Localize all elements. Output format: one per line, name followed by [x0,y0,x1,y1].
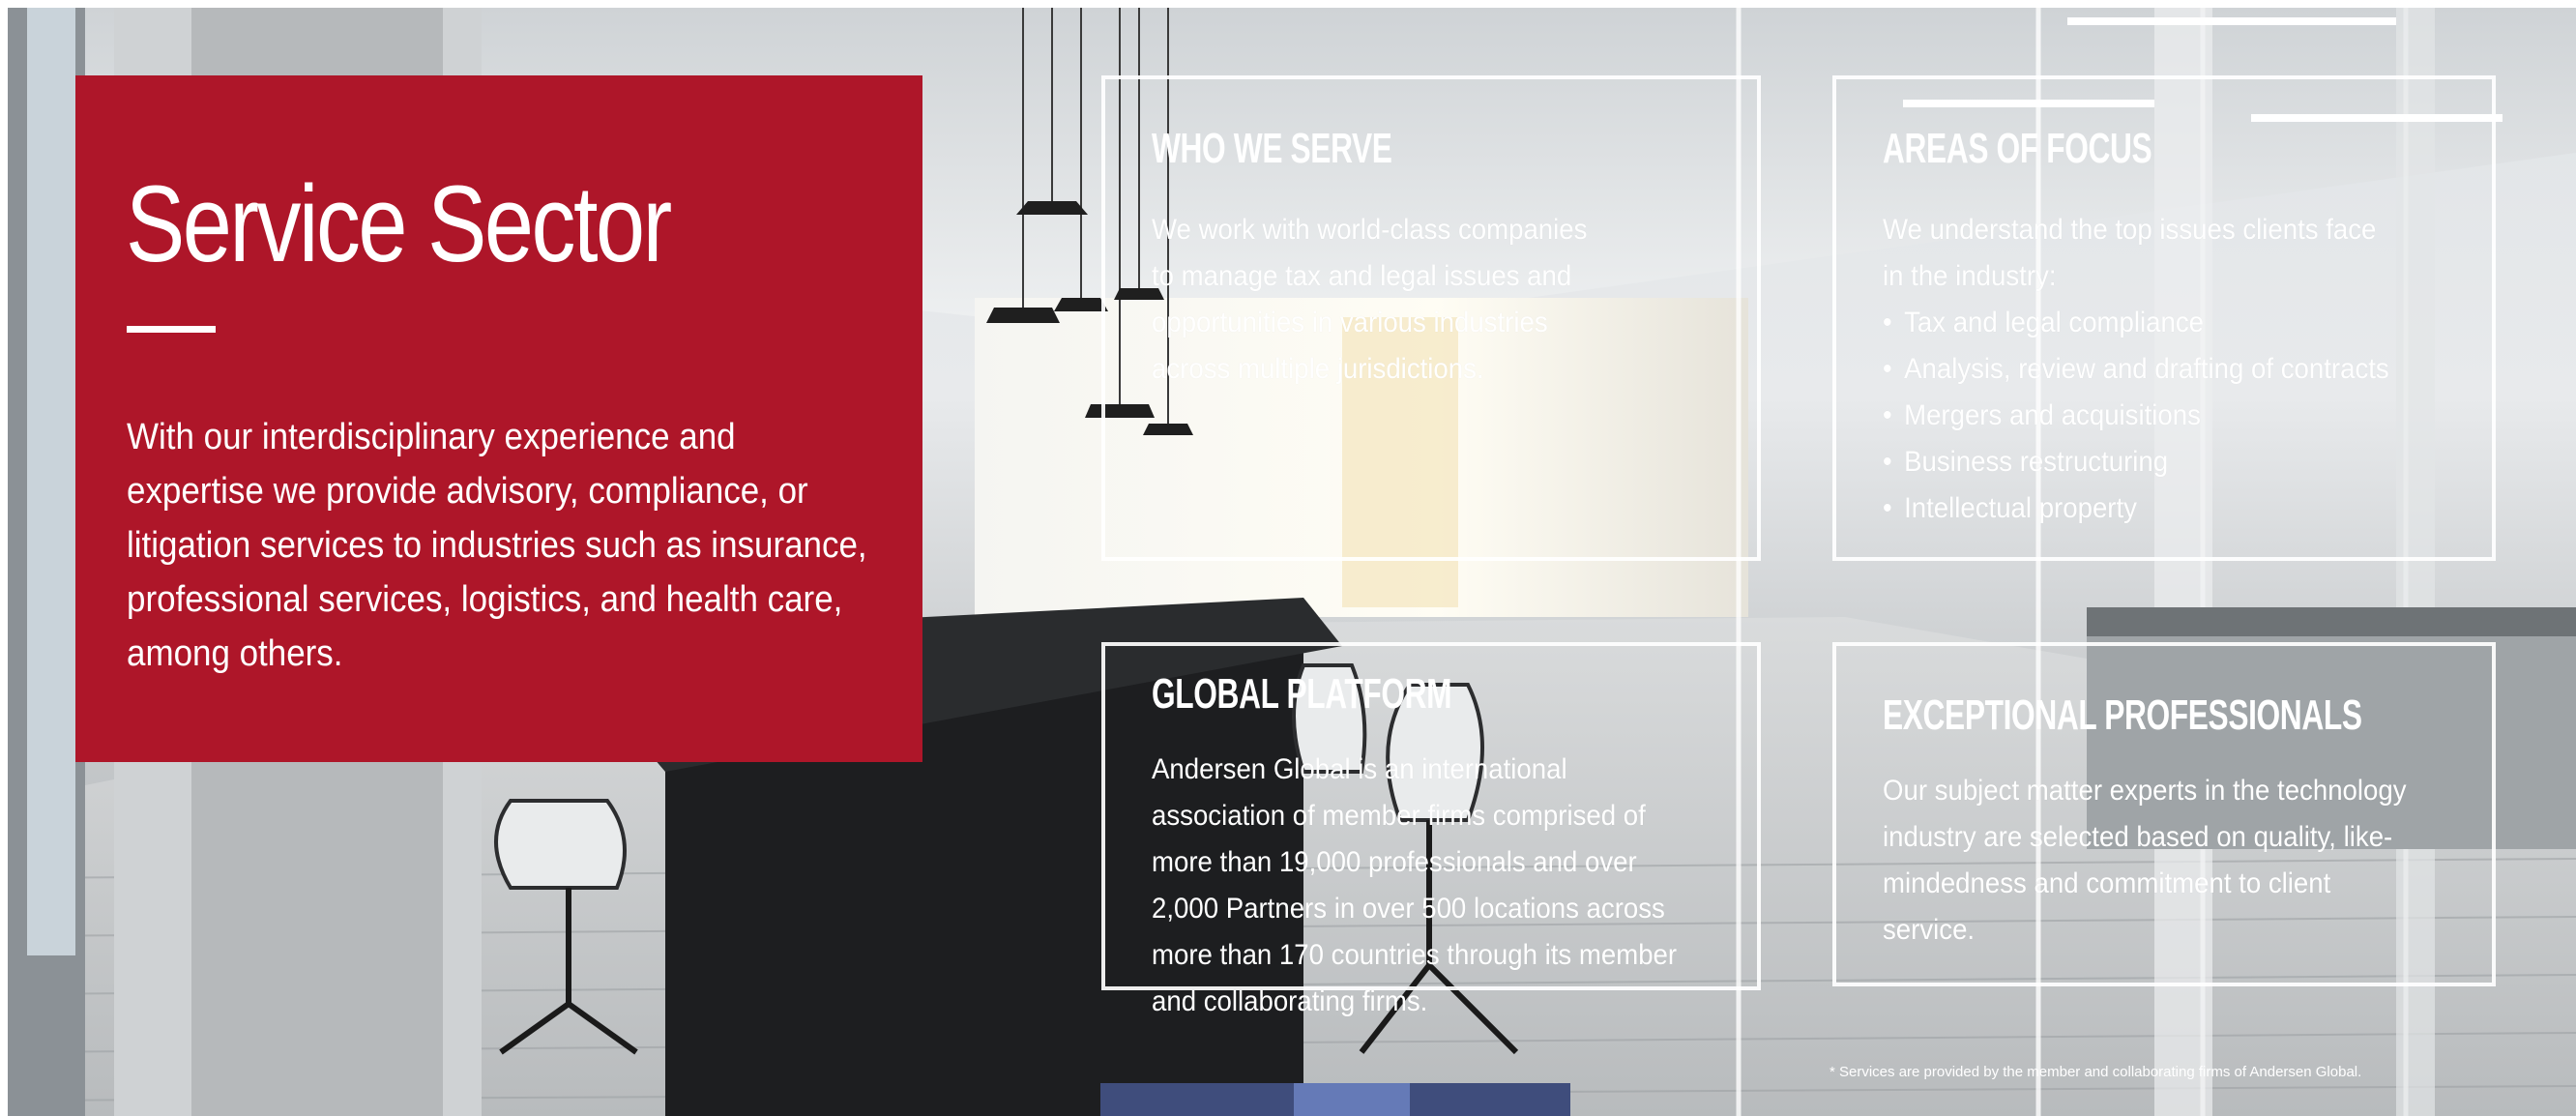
service-sector-panel: Service Sector With our interdisciplinar… [75,75,922,762]
office-background-image: Service Sector With our interdisciplinar… [8,8,2576,1116]
list-item: Business restructuring [1883,439,2416,485]
areas-intro: We understand the top issues clients fac… [1883,214,2377,292]
footnote: * Services are provided by the member an… [1830,1064,2362,1080]
card-exceptional-professionals: EXCEPTIONAL PROFESSIONALS Our subject ma… [1832,642,2496,986]
card-title-areas-of-focus: AREAS OF FOCUS [1883,125,2152,172]
areas-list: Tax and legal compliance Analysis, revie… [1883,300,2416,532]
card-title-who-we-serve: WHO WE SERVE [1152,125,1392,172]
page-title: Service Sector [126,163,672,284]
title-underline-divider [127,326,216,333]
card-text-global-platform: Andersen Global is an international asso… [1152,753,1678,1017]
hero-description: With our interdisciplinary experience an… [127,417,867,674]
card-text-exceptional-professionals: Our subject matter experts in the techno… [1883,775,2407,946]
card-text-who-we-serve: We work with world-class companies to ma… [1152,214,1588,385]
card-areas-of-focus: AREAS OF FOCUS We understand the top iss… [1832,75,2496,561]
list-item: Analysis, review and drafting of contrac… [1883,346,2416,393]
card-who-we-serve: WHO WE SERVE We work with world-class co… [1101,75,1761,561]
list-item: Mergers and acquisitions [1883,393,2416,439]
card-title-global-platform: GLOBAL PLATFORM [1152,670,1452,718]
card-text-areas-of-focus: We understand the top issues clients fac… [1883,207,2416,532]
list-item: Tax and legal compliance [1883,300,2416,346]
card-title-exceptional-professionals: EXCEPTIONAL PROFESSIONALS [1883,691,2362,739]
list-item: Intellectual property [1883,485,2416,532]
card-global-platform: GLOBAL PLATFORM Andersen Global is an in… [1101,642,1761,1017]
